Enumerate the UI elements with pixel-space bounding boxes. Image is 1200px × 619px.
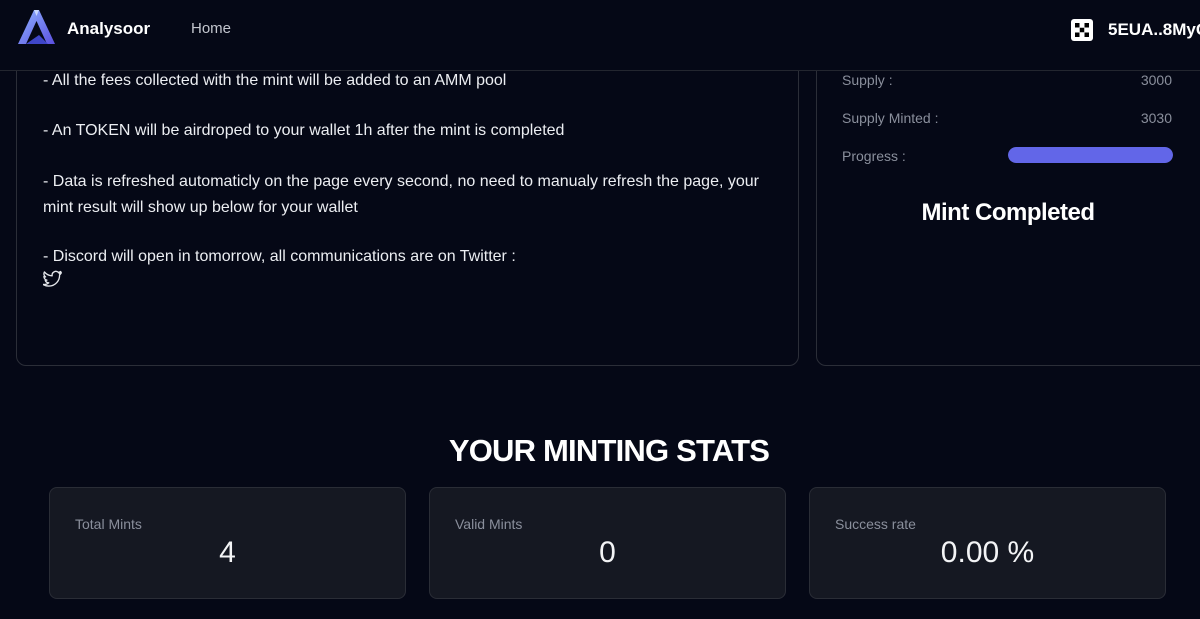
progress-label: Progress :: [842, 148, 906, 164]
mint-info-card: - All the fees collected with the mint w…: [16, 40, 799, 366]
info-line-fees: - All the fees collected with the mint w…: [43, 72, 507, 89]
stat-card-value: 0: [599, 536, 616, 569]
supply-value: 3000: [1140, 72, 1172, 88]
stat-card-value: 4: [219, 536, 236, 569]
supply-label: Supply :: [842, 72, 893, 88]
wallet-button[interactable]: 5EUA..8MyG: [1071, 18, 1200, 42]
stat-card-success-rate: Success rate 0.00 %: [809, 487, 1166, 599]
progress-bar-fill: [1008, 147, 1173, 163]
mint-status-text: Mint Completed: [921, 199, 1096, 226]
stat-card-total-mints: Total Mints 4: [49, 487, 406, 599]
minting-stats-title: YOUR MINTING STATS: [448, 433, 770, 468]
stat-card-valid-mints: Valid Mints 0: [429, 487, 786, 599]
info-line-refresh: - Data is refreshed automaticly on the p…: [43, 173, 759, 216]
wallet-address: 5EUA..8MyG: [1108, 20, 1200, 39]
info-line-airdrop: - An TOKEN will be airdroped to your wal…: [43, 122, 565, 139]
brand-name[interactable]: Analysoor: [67, 19, 150, 39]
supply-minted-label: Supply Minted :: [842, 110, 939, 126]
stat-card-label: Success rate: [835, 516, 916, 532]
stat-card-value: 0.00 %: [940, 536, 1035, 569]
analysoor-logo-icon[interactable]: [14, 7, 60, 47]
twitter-icon[interactable]: [43, 270, 63, 288]
supply-minted-value: 3030: [1140, 110, 1172, 126]
progress-bar: [1008, 147, 1173, 163]
info-line-discord: - Discord will open in tomorrow, all com…: [43, 248, 516, 265]
mint-status-card: Supply : 3000 Supply Minted : 3030 Progr…: [816, 40, 1200, 366]
top-navbar: Analysoor Home 5EUA..8MyG: [0, 0, 1200, 71]
stat-card-label: Total Mints: [75, 516, 142, 532]
stat-card-label: Valid Mints: [455, 516, 523, 532]
nav-home-link[interactable]: Home: [191, 20, 231, 37]
okx-wallet-icon: [1071, 19, 1093, 41]
